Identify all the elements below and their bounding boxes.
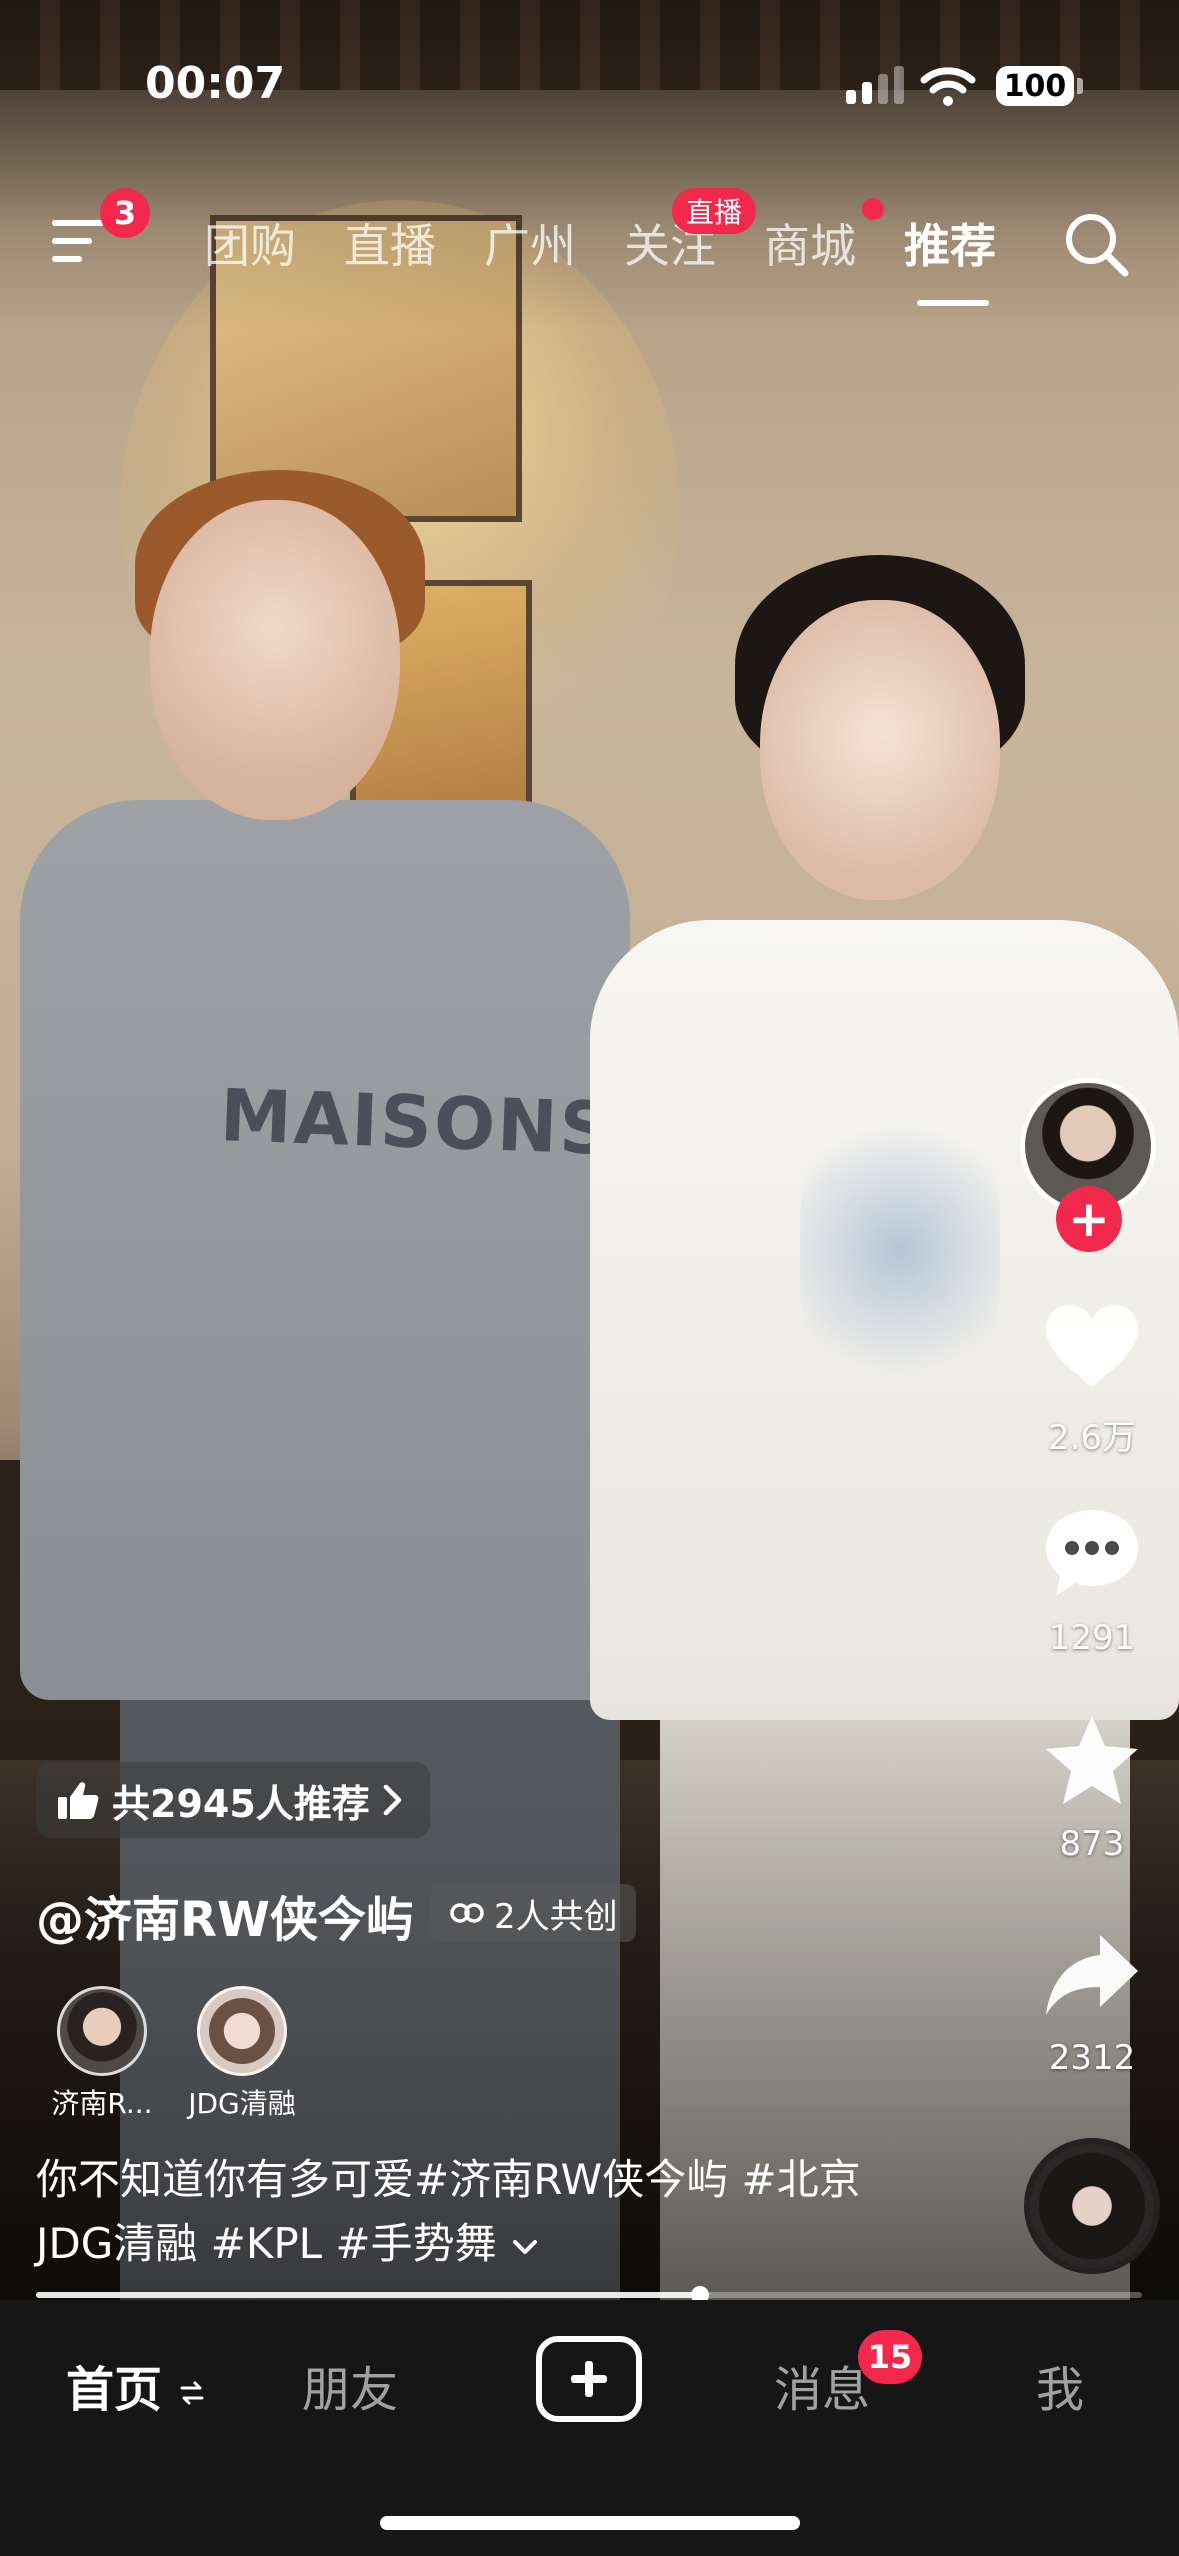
active-tab-indicator (917, 300, 989, 306)
person-left-face (150, 500, 400, 820)
heart-icon (1046, 1305, 1138, 1387)
like-count: 2.6万 (1047, 1418, 1137, 1458)
search-icon[interactable] (1062, 210, 1132, 280)
recommend-pill[interactable]: 共2945人推荐 (36, 1762, 430, 1838)
tab-home[interactable]: 首页 (66, 2350, 205, 2420)
chevron-down-icon[interactable] (510, 2235, 540, 2259)
recommend-text: 共2945人推荐 (112, 1781, 370, 1826)
tab-group-buy[interactable]: 团购 (204, 210, 296, 276)
tab-friends[interactable]: 朋友 (302, 2350, 398, 2420)
comment-icon (1046, 1510, 1138, 1596)
creator-2-name: JDG清融 (188, 2087, 296, 2120)
tab-guangzhou[interactable]: 广州 (484, 210, 576, 276)
tshirt-print (800, 1100, 1000, 1400)
tab-mall[interactable]: 商城 (764, 210, 856, 276)
cellular-signal-icon (846, 66, 904, 104)
caption-line-2-text: JDG清融 #KPL #手势舞 (36, 2219, 497, 2268)
music-disc[interactable] (1024, 2138, 1160, 2274)
switch-arrows-icon (180, 2381, 204, 2405)
create-button[interactable] (536, 2336, 642, 2422)
video-player[interactable]: MAISONS (0, 0, 1179, 2300)
top-tab-bar: 团购 直播 广州 关注 商城 推荐 (0, 210, 1179, 290)
cocreate-text: 2人共创 (494, 1896, 618, 1937)
share-icon (1046, 1935, 1138, 2015)
tab-live[interactable]: 直播 (344, 210, 436, 276)
caption-line-2: JDG清融 #KPL #手势舞 (36, 2212, 966, 2276)
like-button[interactable] (1037, 1296, 1147, 1396)
plus-icon (571, 2361, 607, 2397)
tab-recommend[interactable]: 推荐 (904, 210, 996, 276)
caption-line-1: 你不知道你有多可爱#济南RW侠今屿 #北京 (36, 2155, 861, 2204)
comment-count: 1291 (1048, 1618, 1136, 1658)
tab-home-label: 首页 (66, 2362, 163, 2418)
live-badge: 直播 (672, 188, 757, 234)
star-icon (1046, 1716, 1138, 1804)
creator-1[interactable]: 济南R... (40, 1986, 164, 2122)
tab-me[interactable]: 我 (1036, 2350, 1084, 2420)
share-button[interactable] (1037, 1924, 1147, 2024)
home-indicator (380, 2516, 800, 2530)
creator-1-name: 济南R... (51, 2087, 153, 2120)
mall-notification-dot (862, 198, 884, 220)
link-icon (450, 1903, 484, 1923)
messages-badge: 15 (858, 2330, 922, 2384)
hoodie-print: MAISONS (218, 1073, 615, 1171)
person-right-face (760, 600, 1000, 900)
creator-2[interactable]: JDG清融 (180, 1986, 304, 2122)
chevron-right-icon (383, 1784, 402, 1816)
video-caption[interactable]: 你不知道你有多可爱#济南RW侠今屿 #北京 JDG清融 #KPL #手势舞 (36, 2148, 966, 2276)
battery-icon: 100 (996, 66, 1074, 106)
follow-button[interactable]: + (1056, 1186, 1122, 1252)
thumbs-up-icon (58, 1782, 99, 1819)
creator-1-avatar (57, 1986, 147, 2076)
comment-button[interactable] (1037, 1504, 1147, 1604)
share-count: 2312 (1048, 2038, 1136, 2078)
person-left-hoodie (20, 800, 630, 1700)
author-name[interactable]: @济南RW侠今屿 (36, 1880, 414, 1950)
creator-2-avatar (197, 1986, 287, 2076)
status-time: 00:07 (145, 58, 286, 109)
favorite-button[interactable] (1037, 1710, 1147, 1810)
video-progress-bar[interactable] (36, 2286, 1142, 2304)
wifi-icon (920, 67, 976, 106)
favorite-count: 873 (1059, 1824, 1125, 1864)
video-progress-fill (36, 2292, 700, 2298)
cocreate-badge[interactable]: 2人共创 (430, 1884, 636, 1942)
battery-tip (1077, 78, 1083, 94)
tab-messages[interactable]: 消息 (774, 2350, 870, 2420)
